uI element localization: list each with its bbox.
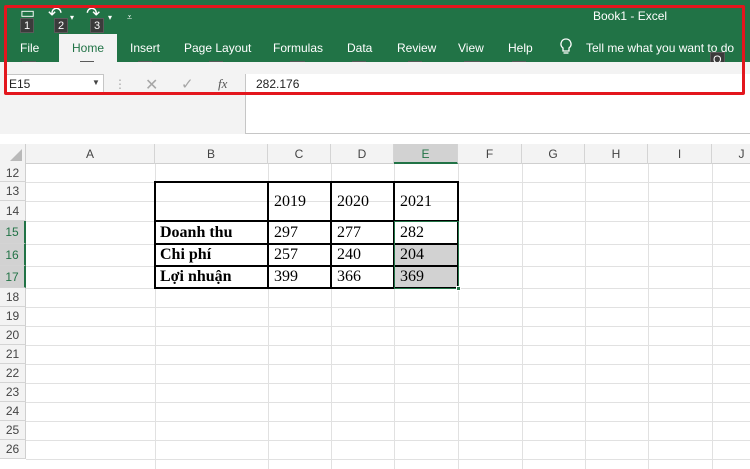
row-header-24[interactable]: 24 — [0, 402, 26, 421]
grid-vline — [585, 164, 586, 469]
row-header-14[interactable]: 14 — [0, 201, 26, 221]
column-header-e[interactable]: E — [394, 144, 458, 164]
year-2021-cell[interactable]: 2021 — [396, 193, 432, 211]
year-2019-cell[interactable]: 2019 — [270, 193, 306, 211]
table-border — [154, 181, 459, 183]
grid-top-gap — [0, 134, 750, 144]
column-header-c[interactable]: C — [268, 144, 331, 164]
row-header-26[interactable]: 26 — [0, 440, 26, 459]
column-header-j[interactable]: J — [712, 144, 750, 164]
column-header-f[interactable]: F — [458, 144, 522, 164]
row-header-21[interactable]: 21 — [0, 345, 26, 364]
grid-hline — [26, 307, 750, 308]
row-header-17[interactable]: 17 — [0, 266, 26, 288]
year-2020-cell[interactable]: 2020 — [333, 193, 369, 211]
cell-value[interactable]: 277 — [333, 224, 361, 242]
grid-vline — [712, 164, 713, 469]
highlight-box — [4, 5, 745, 95]
cell-value[interactable]: 399 — [270, 268, 298, 286]
row-header-12[interactable]: 12 — [0, 164, 26, 182]
row-label-loi-nhuan[interactable]: Lợi nhuận — [156, 268, 232, 286]
grid-hline — [26, 326, 750, 327]
column-header-i[interactable]: I — [648, 144, 712, 164]
cell-value[interactable]: 366 — [333, 268, 361, 286]
formula-bar-left-panel — [0, 95, 245, 134]
row-label-doanh-thu[interactable]: Doanh thu — [156, 224, 232, 242]
active-range-outline — [394, 221, 459, 289]
table-border — [267, 181, 269, 289]
cell-value[interactable]: 240 — [333, 246, 361, 264]
table-border — [330, 181, 332, 289]
grid-hline — [26, 459, 750, 460]
column-header-b[interactable]: B — [155, 144, 268, 164]
grid-hline — [26, 383, 750, 384]
column-header-d[interactable]: D — [331, 144, 394, 164]
grid-hline — [26, 440, 750, 441]
row-header-25[interactable]: 25 — [0, 421, 26, 440]
grid-vline — [648, 164, 649, 469]
grid-hline — [26, 402, 750, 403]
cell-value[interactable]: 297 — [270, 224, 298, 242]
row-header-23[interactable]: 23 — [0, 383, 26, 402]
grid-vline — [522, 164, 523, 469]
column-header-h[interactable]: H — [585, 144, 648, 164]
select-all-corner[interactable] — [0, 144, 26, 164]
row-header-16[interactable]: 16 — [0, 244, 26, 266]
row-header-15[interactable]: 15 — [0, 221, 26, 244]
table-border — [154, 181, 156, 289]
column-header-a[interactable]: A — [26, 144, 155, 164]
grid-hline — [26, 421, 750, 422]
row-header-22[interactable]: 22 — [0, 364, 26, 383]
row-header-19[interactable]: 19 — [0, 307, 26, 326]
column-header-g[interactable]: G — [522, 144, 585, 164]
fill-handle[interactable] — [456, 286, 461, 291]
row-label-chi-phi[interactable]: Chi phí — [156, 246, 211, 264]
row-header-18[interactable]: 18 — [0, 288, 26, 307]
grid-hline — [26, 364, 750, 365]
row-header-20[interactable]: 20 — [0, 326, 26, 345]
row-header-13[interactable]: 13 — [0, 182, 26, 201]
cell-value[interactable]: 257 — [270, 246, 298, 264]
grid-hline — [26, 345, 750, 346]
